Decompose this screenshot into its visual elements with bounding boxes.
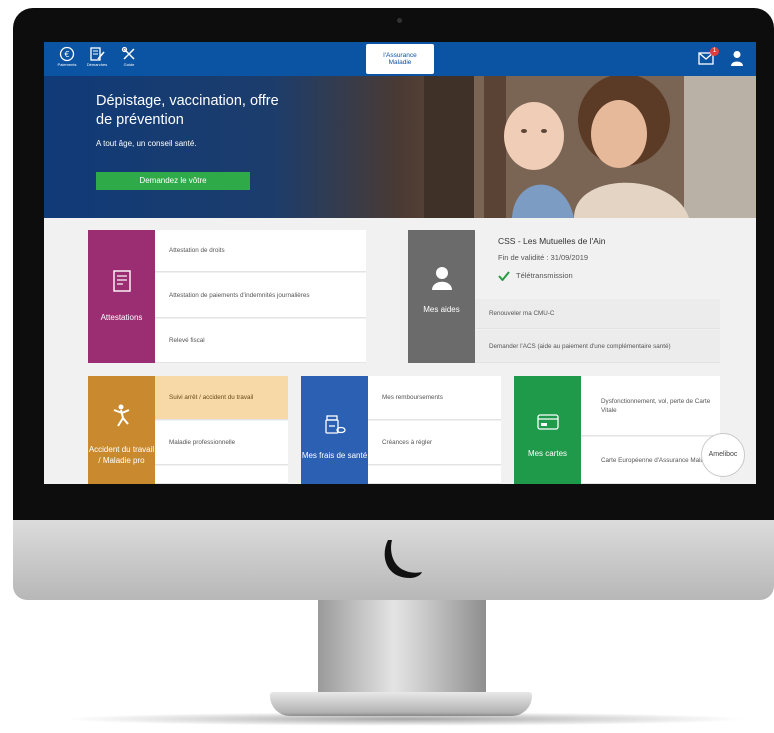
- svg-text:€: €: [64, 50, 69, 59]
- link-accident-more[interactable]: [155, 466, 288, 484]
- tile-cartes-label: Mes cartes: [527, 449, 568, 458]
- screen: € Paiements Démarches Guide l'Assurance …: [44, 42, 756, 484]
- aides-status-text: Télétransmission: [516, 271, 573, 280]
- tile-mes-cartes[interactable]: Mes cartes: [514, 376, 581, 484]
- tile-accident-travail[interactable]: Accident du travail / Maladie pro: [88, 376, 155, 484]
- monitor-mockup: € Paiements Démarches Guide l'Assurance …: [0, 0, 774, 733]
- link-attestation-paiements[interactable]: Attestation de paiements d'indemnités jo…: [155, 273, 366, 318]
- user-icon[interactable]: [730, 50, 744, 66]
- form-edit-icon: [90, 47, 105, 61]
- nav-demarches-label: Démarches: [86, 62, 108, 67]
- amelibot-chat-button[interactable]: Ameliboc: [701, 433, 745, 477]
- link-maladie-professionnelle[interactable]: Maladie professionnelle: [155, 421, 288, 465]
- card-icon: [536, 414, 559, 430]
- hero-cta-button[interactable]: Demandez le vôtre: [96, 172, 250, 190]
- tools-icon: [121, 46, 135, 60]
- nav-paiements[interactable]: € Paiements: [50, 44, 84, 74]
- link-releve-fiscal[interactable]: Relevé fiscal: [155, 319, 366, 363]
- monitor-stand-neck: [318, 600, 486, 700]
- camera-icon: [397, 18, 402, 23]
- person-icon: [431, 267, 452, 290]
- link-creances-regler[interactable]: Créances à régler: [368, 421, 501, 465]
- mail-badge: 1: [710, 47, 719, 56]
- assurance-maladie-logo[interactable]: l'Assurance Maladie: [366, 44, 434, 74]
- link-frais-more[interactable]: [368, 466, 501, 484]
- euro-icon: €: [59, 46, 75, 62]
- banana-logo-icon: [384, 540, 422, 578]
- stand-shadow: [60, 712, 750, 726]
- tile-mes-frais-sante[interactable]: Mes frais de santé: [301, 376, 368, 484]
- tile-mes-aides-label: Mes aides: [423, 305, 460, 314]
- link-carte-europeenne[interactable]: Carte Européenne d'Assurance Maladie: [581, 437, 720, 484]
- tile-frais-label: Mes frais de santé: [301, 451, 368, 460]
- tile-attestations-label: Attestations: [100, 313, 143, 322]
- link-attestation-droits[interactable]: Attestation de droits: [155, 230, 366, 272]
- nav-guide-label: Guide: [123, 62, 135, 67]
- falling-person-icon: [113, 404, 129, 427]
- link-renouveler-cmu[interactable]: Renouveler ma CMU-C: [475, 299, 720, 329]
- tile-accident-label: Accident du travail / Maladie pro: [88, 445, 155, 465]
- medicine-icon: [324, 415, 346, 434]
- tile-attestations[interactable]: Attestations: [88, 230, 155, 363]
- aides-organism-title: CSS - Les Mutuelles de l'Ain: [498, 236, 606, 246]
- hero-title: Dépistage, vaccination, offre de prévent…: [96, 93, 279, 128]
- checkmark-icon: [498, 271, 510, 281]
- top-navigation-bar: € Paiements Démarches Guide l'Assurance …: [44, 42, 756, 76]
- link-suivi-arret[interactable]: Suivi arrêt / accident du travail: [155, 376, 288, 420]
- nav-guide[interactable]: Guide: [112, 44, 146, 74]
- aides-validity-date: Fin de validité : 31/09/2019: [498, 253, 589, 262]
- hero-subtitle: A tout âge, un conseil santé.: [96, 139, 197, 148]
- nav-paiements-label: Paiements: [57, 62, 77, 67]
- nav-demarches[interactable]: Démarches: [80, 44, 114, 74]
- brand-label: l'Assurance Maladie: [383, 52, 417, 66]
- link-dysfonctionnement-carte-vitale[interactable]: Dysfonctionnement, vol, perte de Carte V…: [581, 376, 720, 436]
- mother-and-baby-photo: [424, 76, 756, 218]
- link-demander-acs[interactable]: Demander l'ACS (aide au paiement d'une c…: [475, 330, 720, 363]
- tile-mes-aides[interactable]: Mes aides: [408, 230, 475, 363]
- hero-banner: Dépistage, vaccination, offre de prévent…: [44, 76, 756, 218]
- document-icon: [112, 270, 131, 292]
- link-mes-remboursements[interactable]: Mes remboursements: [368, 376, 501, 420]
